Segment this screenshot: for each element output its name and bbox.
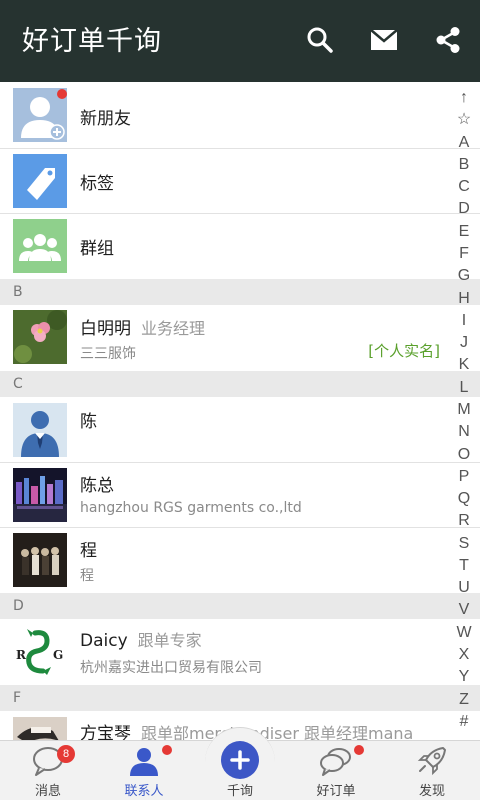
groups-label: 群组 bbox=[80, 239, 114, 259]
tab-messages[interactable]: 8 消息 bbox=[0, 741, 96, 800]
tab-label: 发现 bbox=[418, 784, 445, 799]
index-letter[interactable]: D bbox=[458, 199, 470, 219]
contact-name: Daicy 跟单专家 bbox=[80, 627, 202, 651]
tag-icon bbox=[13, 154, 67, 208]
index-letter[interactable]: H bbox=[458, 289, 470, 309]
contact-row-baimingming[interactable]: 白明明 业务经理 三三服饰 [个人实名] bbox=[0, 305, 480, 370]
contact-title: 跟单部merchendiser 跟单经理mana bbox=[141, 724, 414, 740]
contact-company: 杭州嘉实进出口贸易有限公司 bbox=[80, 660, 262, 676]
contact-avatar: R G bbox=[13, 625, 67, 679]
contact-avatar bbox=[13, 533, 67, 587]
mail-icon bbox=[370, 29, 398, 50]
contact-company: 三三服饰 bbox=[80, 346, 136, 362]
index-letter[interactable]: B bbox=[459, 155, 470, 175]
chat-bubbles-icon bbox=[320, 748, 351, 776]
svg-text:R: R bbox=[16, 648, 27, 662]
index-letter[interactable]: Q bbox=[458, 489, 470, 509]
contact-list[interactable]: 新朋友 标签 群组 B 白明明 业务经理 三三服饰 [个人实名] C 陈 陈总 … bbox=[0, 82, 480, 740]
verified-badge: [个人实名] bbox=[368, 342, 440, 360]
index-letter[interactable]: J bbox=[460, 333, 468, 353]
index-letter[interactable]: P bbox=[459, 467, 470, 487]
section-header-b: B bbox=[0, 279, 480, 305]
index-letter[interactable]: ☆ bbox=[457, 110, 471, 130]
tab-contacts[interactable]: 联系人 bbox=[96, 741, 192, 800]
tab-label: 千询 bbox=[226, 784, 253, 799]
tab-label: 联系人 bbox=[124, 784, 164, 799]
contact-avatar bbox=[13, 717, 67, 740]
tab-orders[interactable]: 好订单 bbox=[288, 741, 384, 800]
contact-row-chen[interactable]: 陈 bbox=[0, 397, 480, 461]
list-item-new-friends[interactable]: 新朋友 bbox=[0, 82, 480, 148]
index-letter[interactable]: U bbox=[458, 578, 470, 598]
index-letter[interactable]: C bbox=[458, 177, 470, 197]
contact-name-text: 白明明 bbox=[80, 319, 131, 339]
index-letter[interactable]: F bbox=[459, 244, 469, 264]
index-letter[interactable]: N bbox=[458, 422, 470, 442]
contact-name: 白明明 业务经理 bbox=[80, 314, 205, 339]
default-avatar-icon bbox=[13, 403, 67, 457]
index-letter[interactable]: X bbox=[459, 645, 470, 665]
list-item-groups[interactable]: 群组 bbox=[0, 214, 480, 278]
index-letter[interactable]: O bbox=[458, 445, 470, 465]
index-letter[interactable]: Z bbox=[459, 690, 469, 710]
group-icon bbox=[13, 219, 67, 273]
contact-name-text: Daicy bbox=[80, 631, 128, 651]
contact-title: 业务经理 bbox=[141, 319, 206, 338]
contact-company: 程 bbox=[80, 568, 94, 584]
new-friends-label: 新朋友 bbox=[80, 109, 131, 129]
svg-text:G: G bbox=[53, 648, 63, 662]
rocket-icon bbox=[417, 747, 446, 776]
top-app-bar: 好订单千询 bbox=[0, 0, 480, 82]
unread-count-badge: 8 bbox=[57, 745, 75, 763]
index-letter[interactable]: W bbox=[456, 623, 471, 643]
new-friend-badge bbox=[57, 89, 67, 99]
list-item-tags[interactable]: 标签 bbox=[0, 149, 480, 213]
app-screen: 好订单 千询 新朋友 标签 群组 B 白明明 业务经理 三三服饰 [个人实名] C… bbox=[0, 0, 480, 800]
index-letter[interactable]: E bbox=[459, 222, 470, 242]
index-letter[interactable]: S bbox=[459, 534, 470, 554]
contact-name: 陈 bbox=[80, 412, 97, 432]
index-letter[interactable]: K bbox=[459, 355, 470, 375]
search-button[interactable] bbox=[302, 22, 338, 58]
tab-label: 好订单 bbox=[316, 784, 356, 799]
index-letter[interactable]: L bbox=[460, 378, 469, 398]
tab-ask[interactable]: 千询 bbox=[192, 741, 288, 800]
section-header-c: C bbox=[0, 371, 480, 397]
contacts-badge-dot bbox=[162, 745, 172, 755]
index-letter[interactable]: G bbox=[458, 266, 470, 286]
contact-name: 陈总 bbox=[80, 476, 114, 496]
index-letter[interactable]: I bbox=[462, 311, 466, 331]
index-letter[interactable]: Y bbox=[459, 667, 470, 687]
share-icon bbox=[436, 27, 460, 53]
person-icon bbox=[130, 748, 158, 776]
contact-avatar bbox=[13, 468, 67, 522]
index-letter[interactable]: A bbox=[459, 133, 470, 153]
app-title: 好订单千询 bbox=[22, 26, 162, 57]
section-header-f: F bbox=[0, 685, 480, 711]
contact-row-cheng[interactable]: 程 程 bbox=[0, 528, 480, 592]
section-header-d: D bbox=[0, 593, 480, 619]
contact-name: 程 bbox=[80, 541, 97, 561]
contact-name-text: 方宝琴 bbox=[80, 724, 131, 740]
index-letter[interactable]: # bbox=[460, 712, 469, 732]
search-icon bbox=[307, 27, 333, 53]
index-letter[interactable]: M bbox=[457, 400, 470, 420]
contact-company: hangzhou RGS garments co.,ltd bbox=[80, 500, 302, 516]
tags-label: 标签 bbox=[80, 174, 114, 194]
index-letter[interactable]: R bbox=[458, 511, 470, 531]
share-button[interactable] bbox=[430, 22, 466, 58]
index-letter[interactable]: V bbox=[459, 600, 470, 620]
contact-row-daicy[interactable]: R G Daicy 跟单专家 杭州嘉实进出口贸易有限公司 bbox=[0, 619, 480, 684]
tab-discover[interactable]: 发现 bbox=[384, 741, 480, 800]
contact-row-chenzong[interactable]: 陈总 hangzhou RGS garments co.,ltd bbox=[0, 463, 480, 527]
orders-badge-dot bbox=[354, 745, 364, 755]
index-letter[interactable]: T bbox=[459, 556, 469, 576]
contact-avatar bbox=[13, 310, 67, 364]
tab-label: 消息 bbox=[34, 784, 61, 799]
bottom-navigation: 8 消息 联系人 千询 好订单 发现 bbox=[0, 727, 480, 800]
mail-button[interactable] bbox=[366, 22, 402, 58]
contact-title: 跟单专家 bbox=[137, 631, 202, 650]
alphabet-index-bar[interactable]: ↑ ☆ A B C D E F G H I J K L M N O P Q R … bbox=[454, 88, 474, 738]
index-letter[interactable]: ↑ bbox=[460, 88, 468, 108]
